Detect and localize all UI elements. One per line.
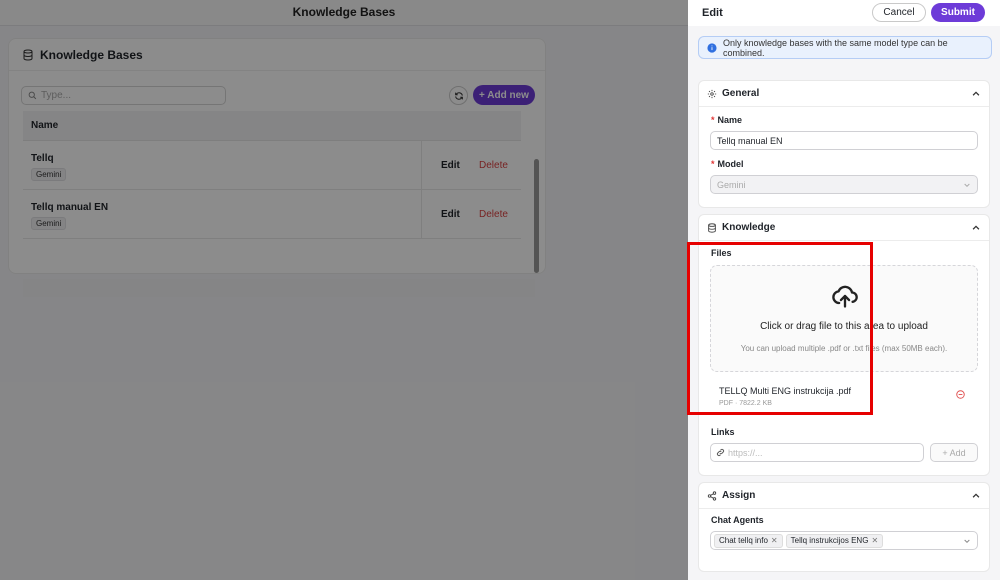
database-icon <box>708 222 716 233</box>
chevron-up-icon[interactable] <box>971 89 981 99</box>
assign-section-header[interactable]: Assign <box>699 483 989 509</box>
info-icon <box>707 42 717 53</box>
link-icon <box>716 448 725 457</box>
chevron-down-icon <box>964 183 970 188</box>
links-input[interactable]: https://... <box>710 443 924 462</box>
name-input[interactable]: Tellq manual EN <box>710 131 978 150</box>
highlight-box <box>687 242 873 415</box>
add-link-button[interactable]: + Add <box>930 443 978 462</box>
close-icon[interactable]: ✕ <box>871 536 878 545</box>
gear-icon <box>707 89 717 98</box>
model-select: Gemini <box>710 175 978 194</box>
agent-tag: Chat tellq info ✕ <box>714 533 783 548</box>
cancel-button[interactable]: Cancel <box>872 3 926 22</box>
submit-button[interactable]: Submit <box>931 3 985 22</box>
general-section: General * Name Tellq manual EN * Model Gem… <box>698 80 990 208</box>
drawer-title: Edit <box>702 7 723 19</box>
chevron-up-icon[interactable] <box>971 491 981 501</box>
modal-overlay[interactable] <box>0 0 688 580</box>
chat-agents-select[interactable]: Chat tellq info ✕ Tellq instrukcijos ENG ✕ <box>710 531 978 550</box>
share-icon <box>707 490 717 501</box>
chevron-up-icon[interactable] <box>971 223 981 233</box>
links-label: Links <box>711 427 735 437</box>
edit-drawer: Edit Cancel Submit Only knowledge bases … <box>687 0 1000 580</box>
knowledge-section: Knowledge Files Click or drag file to th… <box>687 214 990 476</box>
assign-section: Assign Chat Agents Chat tellq info ✕ Tell… <box>698 482 990 572</box>
agent-tag: Tellq instrukcijos ENG ✕ <box>785 533 884 548</box>
general-section-header[interactable]: General <box>699 81 989 107</box>
chat-agents-label: Chat Agents <box>711 515 764 525</box>
drawer-body: Only knowledge bases with the same model… <box>687 36 992 572</box>
model-label: * Model <box>711 159 744 169</box>
name-label: * Name <box>711 115 743 125</box>
knowledge-section-header[interactable]: Knowledge <box>699 215 989 241</box>
chevron-down-icon[interactable] <box>963 537 971 545</box>
info-banner: Only knowledge bases with the same model… <box>698 36 992 59</box>
drawer-header: Edit Cancel Submit <box>688 0 1000 26</box>
close-icon[interactable]: ✕ <box>771 536 778 545</box>
remove-file-icon[interactable] <box>956 390 965 399</box>
